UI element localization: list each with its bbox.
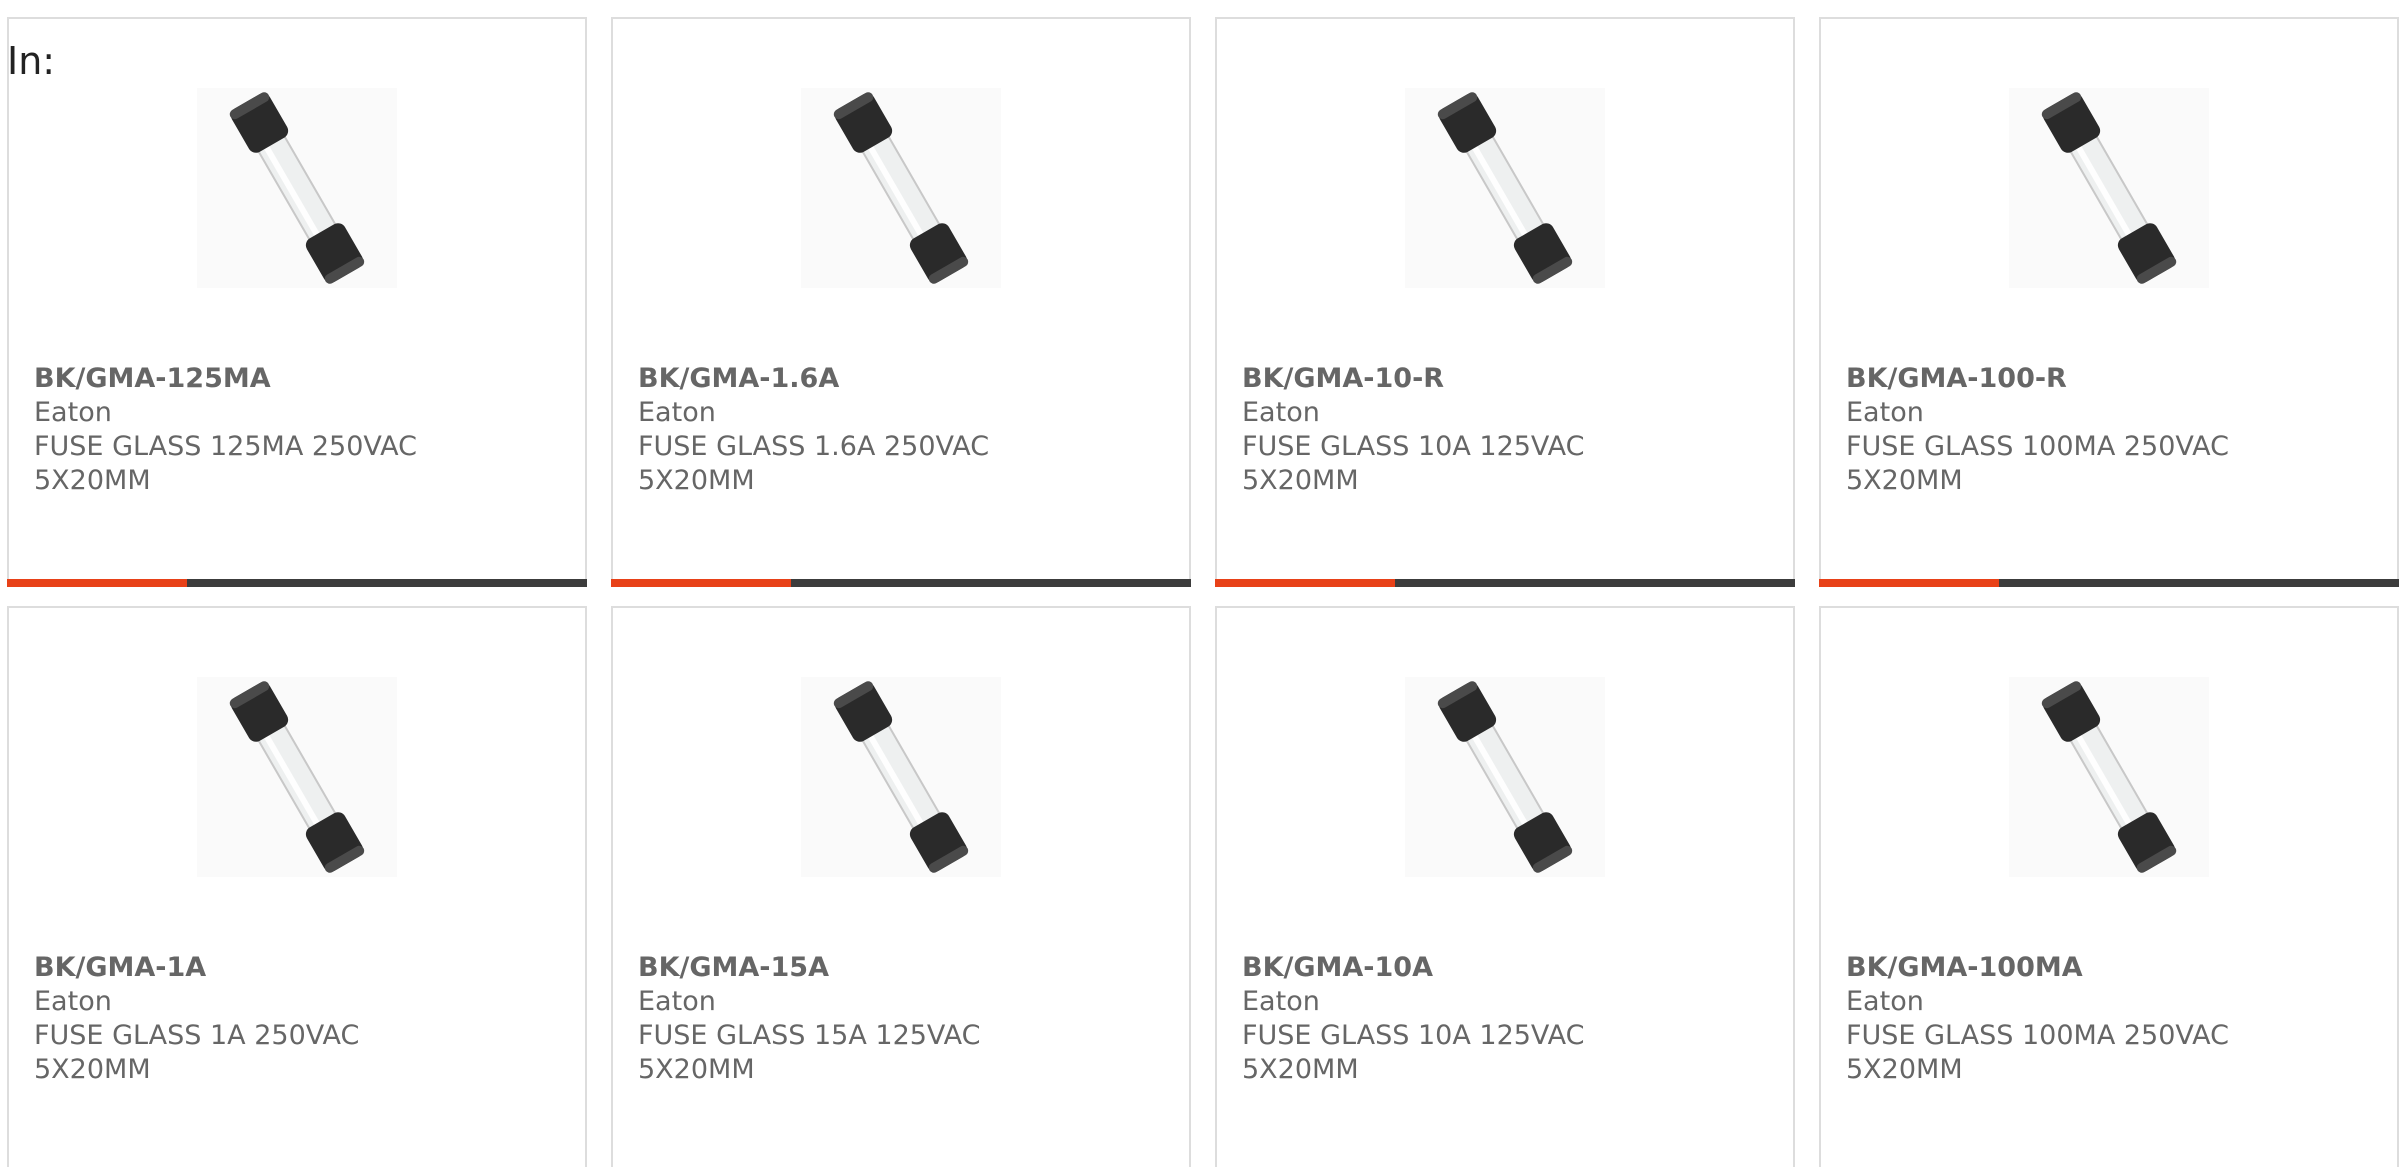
product-image[interactable] [801,677,1001,877]
product-card[interactable]: BK/GMA-125MA Eaton FUSE GLASS 125MA 250V… [7,17,587,587]
product-brand: Eaton [1242,397,1320,428]
card-progress-accent [7,579,187,587]
product-image[interactable] [2009,677,2209,877]
product-description: FUSE GLASS 1.6A 250VAC 5X20MM [638,431,990,496]
product-description: FUSE GLASS 15A 125VAC 5X20MM [638,1020,981,1085]
product-card[interactable]: BK/GMA-100MA Eaton FUSE GLASS 100MA 250V… [1819,606,2399,1167]
product-image[interactable] [801,88,1001,288]
card-progress-bar [1215,579,1795,587]
product-brand: Eaton [1242,986,1320,1017]
product-brand: Eaton [34,986,112,1017]
glass-fuse-icon [229,92,365,284]
glass-fuse-icon [1437,92,1573,284]
product-image[interactable] [1405,88,1605,288]
product-card[interactable]: BK/GMA-10A Eaton FUSE GLASS 10A 125VAC 5… [1215,606,1795,1167]
product-image[interactable] [197,88,397,288]
product-image[interactable] [2009,88,2209,288]
product-part-number[interactable]: BK/GMA-1.6A [638,362,1068,396]
product-description: FUSE GLASS 125MA 250VAC 5X20MM [34,431,417,496]
product-part-number[interactable]: BK/GMA-10A [1242,951,1672,985]
card-progress-bar [1819,579,2399,587]
glass-fuse-icon [2041,681,2177,873]
card-progress-accent [611,579,791,587]
card-progress-bar [611,579,1191,587]
product-part-number[interactable]: BK/GMA-125MA [34,362,464,396]
product-part-number[interactable]: BK/GMA-10-R [1242,362,1672,396]
product-description: FUSE GLASS 100MA 250VAC 5X20MM [1846,431,2229,496]
product-description: FUSE GLASS 10A 125VAC 5X20MM [1242,1020,1585,1085]
product-description: FUSE GLASS 1A 250VAC 5X20MM [34,1020,360,1085]
card-progress-bar [7,579,587,587]
product-card[interactable]: BK/GMA-15A Eaton FUSE GLASS 15A 125VAC 5… [611,606,1191,1167]
card-progress-accent [1819,579,1999,587]
product-card[interactable]: BK/GMA-1.6A Eaton FUSE GLASS 1.6A 250VAC… [611,17,1191,587]
glass-fuse-icon [1437,681,1573,873]
product-part-number[interactable]: BK/GMA-1A [34,951,464,985]
product-grid-page: In: BK/GMA-125MA Eaton FUSE GLASS 125MA … [0,0,2400,1167]
product-part-number[interactable]: BK/GMA-15A [638,951,1068,985]
product-brand: Eaton [1846,397,1924,428]
product-description: FUSE GLASS 100MA 250VAC 5X20MM [1846,1020,2229,1085]
glass-fuse-icon [229,681,365,873]
filter-label: In: [7,39,56,83]
product-image[interactable] [1405,677,1605,877]
product-image[interactable] [197,677,397,877]
product-brand: Eaton [1846,986,1924,1017]
glass-fuse-icon [833,681,969,873]
product-brand: Eaton [638,397,716,428]
card-progress-accent [1215,579,1395,587]
product-part-number[interactable]: BK/GMA-100MA [1846,951,2276,985]
glass-fuse-icon [2041,92,2177,284]
product-card[interactable]: BK/GMA-100-R Eaton FUSE GLASS 100MA 250V… [1819,17,2399,587]
product-part-number[interactable]: BK/GMA-100-R [1846,362,2276,396]
product-card[interactable]: BK/GMA-10-R Eaton FUSE GLASS 10A 125VAC … [1215,17,1795,587]
product-card[interactable]: BK/GMA-1A Eaton FUSE GLASS 1A 250VAC 5X2… [7,606,587,1167]
glass-fuse-icon [833,92,969,284]
product-brand: Eaton [638,986,716,1017]
product-brand: Eaton [34,397,112,428]
product-description: FUSE GLASS 10A 125VAC 5X20MM [1242,431,1585,496]
